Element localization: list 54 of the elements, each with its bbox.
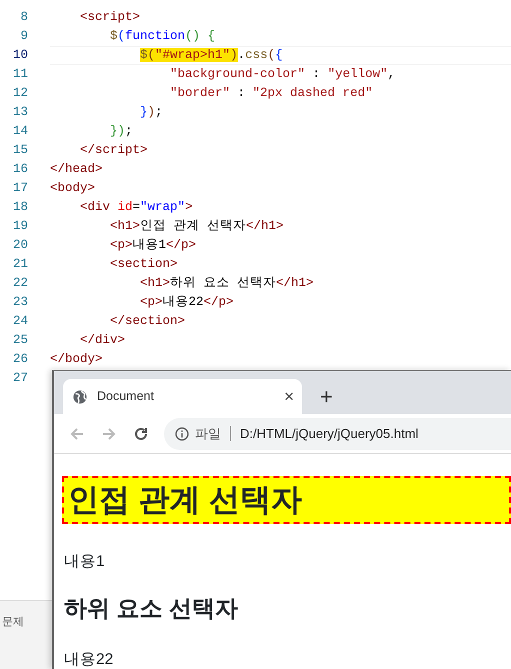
new-tab-button[interactable]: + <box>320 386 333 408</box>
code-line: <h1>하위 요소 선택자</h1> <box>139 275 315 292</box>
line-number: 8 <box>19 9 28 26</box>
code-line: <p>내용1</p> <box>109 237 198 254</box>
scheme-label: 파일 <box>195 426 231 441</box>
paragraph: 내용1 <box>64 552 106 572</box>
line-number: 22 <box>12 275 28 292</box>
info-icon[interactable] <box>175 426 189 440</box>
line-number: 9 <box>19 28 28 45</box>
code-line: <section> <box>109 256 179 273</box>
line-number: 27 <box>12 370 28 387</box>
globe-icon <box>73 390 87 404</box>
code-line: <script> <box>79 9 142 26</box>
code-line: }); <box>109 123 134 140</box>
panel-tab[interactable]: 문제 <box>2 616 24 628</box>
line-number: 19 <box>12 218 28 235</box>
line-number: 10 <box>12 47 28 64</box>
code-line: </head> <box>50 161 104 178</box>
code-line: "border" : "2px dashed red" <box>169 85 374 102</box>
code-line: </body> <box>50 351 104 368</box>
line-number: 24 <box>12 313 28 330</box>
line-number: 20 <box>12 237 28 254</box>
code-line: <p>내용22</p> <box>139 294 235 311</box>
close-button[interactable]: × <box>284 388 294 405</box>
code-line: </div> <box>79 332 126 349</box>
url-text: D:/HTML/jQuery/jQuery05.html <box>240 424 418 443</box>
browser-tab[interactable]: Document × <box>63 379 302 414</box>
code-line: </section> <box>109 313 186 330</box>
reload-icon[interactable] <box>133 426 149 442</box>
code-line: $("#wrap>h1").css({ <box>50 46 511 65</box>
code-line: "background-color" : "yellow", <box>169 66 396 83</box>
code-line: <h1>인접 관계 선택자</h1> <box>109 218 285 235</box>
line-number: 21 <box>12 256 28 273</box>
line-number: 26 <box>12 351 28 368</box>
line-number: 14 <box>12 123 28 140</box>
page-heading: 인접 관계 선택자 <box>62 476 511 524</box>
code-line: <body> <box>50 180 96 197</box>
line-number: 25 <box>12 332 28 349</box>
line-number: 18 <box>12 199 28 216</box>
line-number: 16 <box>12 161 28 178</box>
code-line: }); <box>139 104 164 121</box>
address-bar[interactable]: 파일 D:/HTML/jQuery/jQuery05.html <box>164 418 511 450</box>
line-number: 17 <box>12 180 28 197</box>
code-line: $(function() { <box>109 28 216 45</box>
line-number: 11 <box>12 66 28 83</box>
code-line: </script> <box>79 142 149 159</box>
tab-title: Document <box>97 388 154 406</box>
line-number: 12 <box>12 85 28 102</box>
line-number: 13 <box>12 104 28 121</box>
code-line: <div id="wrap"> <box>79 199 194 216</box>
section-heading: 하위 요소 선택자 <box>64 594 239 622</box>
line-number: 15 <box>12 142 28 159</box>
line-number: 23 <box>12 294 28 311</box>
paragraph: 내용22 <box>64 650 114 669</box>
